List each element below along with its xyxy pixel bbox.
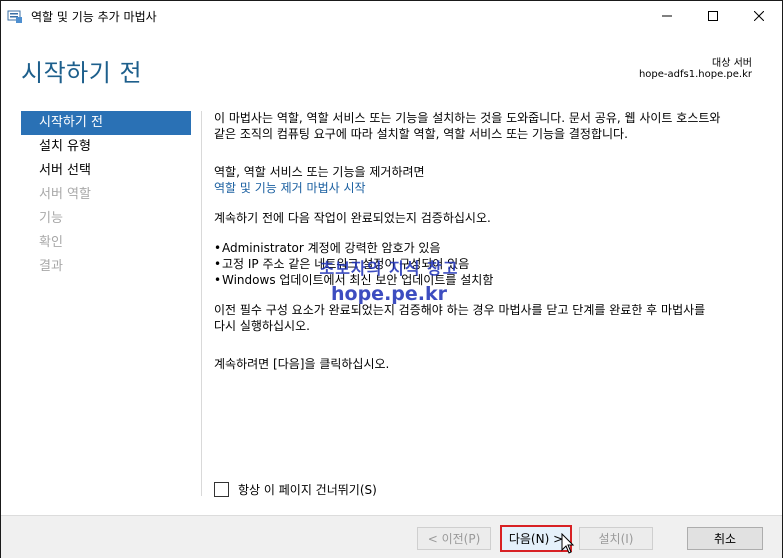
- skip-page-checkbox[interactable]: [214, 482, 229, 497]
- nav-item-confirmation: 확인: [39, 235, 63, 250]
- close-button[interactable]: [736, 1, 782, 31]
- verify-intro-text: 계속하기 전에 다음 작업이 완료되었는지 검증하십시오.: [214, 211, 491, 225]
- nav-item-installation-type[interactable]: 설치 유형: [21, 135, 191, 159]
- close-icon: [754, 11, 764, 21]
- destination-server-name: hope-adfs1.hope.pe.kr: [638, 69, 752, 80]
- server-manager-icon: [7, 8, 23, 24]
- continue-text: 계속하려면 [다음]을 클릭하십시오.: [214, 357, 390, 371]
- watermark-url: hope.pe.kr: [331, 283, 447, 305]
- wizard-step-nav: 시작하기 전 설치 유형 서버 선택 서버 역할 기능 확인 결과: [21, 111, 191, 279]
- cancel-button[interactable]: 취소: [687, 527, 763, 550]
- nav-item-server-roles: 서버 역할: [39, 187, 91, 202]
- list-item: 고정 IP 주소 같은 네트워크 설정이 구성되어 있음: [214, 256, 764, 272]
- wizard-window: 역할 및 기능 추가 마법사 시작하기 전 대상 서버 hope-adfs1.h…: [0, 0, 783, 558]
- skip-page-label: 항상 이 페이지 건너뛰기(S): [238, 483, 377, 497]
- list-item: Windows 업데이트에서 최신 보안 업데이트를 설치함: [214, 272, 764, 288]
- prereq-text-line1: 이전 필수 구성 요소가 완료되었는지 검증해야 하는 경우 마법사를 닫고 단…: [214, 303, 706, 317]
- maximize-icon: [708, 11, 718, 21]
- watermark: 초보자의 지식 창고 hope.pe.kr: [304, 255, 474, 305]
- minimize-icon: [662, 15, 672, 17]
- prerequisite-list: Administrator 계정에 강력한 암호가 있음 고정 IP 주소 같은…: [214, 240, 764, 288]
- prereq-text-line2: 다시 실행하십시오.: [214, 319, 310, 333]
- intro-text-line2: 같은 조직의 컴퓨팅 요구에 따라 설치할 역할, 역할 서비스 또는 기능을 …: [214, 127, 628, 141]
- page-title: 시작하기 전: [21, 59, 143, 87]
- window-title: 역할 및 기능 추가 마법사: [31, 10, 157, 24]
- list-item: Administrator 계정에 강력한 암호가 있음: [214, 240, 764, 256]
- nav-item-results: 결과: [39, 259, 63, 274]
- divider: [201, 111, 202, 496]
- previous-button[interactable]: < 이전(P): [417, 527, 491, 550]
- remove-intro-text: 역할, 역할 서비스 또는 기능을 제거하려면: [214, 165, 425, 179]
- maximize-button[interactable]: [690, 1, 736, 31]
- remove-wizard-link[interactable]: 역할 및 기능 제거 마법사 시작: [214, 181, 366, 195]
- install-button[interactable]: 설치(I): [579, 527, 653, 550]
- minimize-button[interactable]: [644, 1, 690, 31]
- title-bar[interactable]: 역할 및 기능 추가 마법사: [1, 1, 782, 31]
- nav-item-before-you-begin[interactable]: 시작하기 전: [21, 111, 191, 135]
- nav-item-features: 기능: [39, 211, 63, 226]
- nav-item-server-selection[interactable]: 서버 선택: [21, 159, 191, 183]
- footer-bar: < 이전(P) 다음(N) > 설치(I) 취소: [1, 515, 782, 558]
- skip-page-option[interactable]: 항상 이 페이지 건너뛰기(S): [214, 481, 377, 498]
- intro-text-line1: 이 마법사는 역할, 역할 서비스 또는 기능을 설치하는 것을 도와줍니다. …: [214, 111, 721, 125]
- watermark-title: 초보자의 지식 창고: [319, 259, 459, 278]
- mouse-cursor-icon: [561, 533, 575, 554]
- content-pane: 이 마법사는 역할, 역할 서비스 또는 기능을 설치하는 것을 도와줍니다. …: [214, 110, 764, 372]
- destination-server-label: 대상 서버: [712, 58, 752, 69]
